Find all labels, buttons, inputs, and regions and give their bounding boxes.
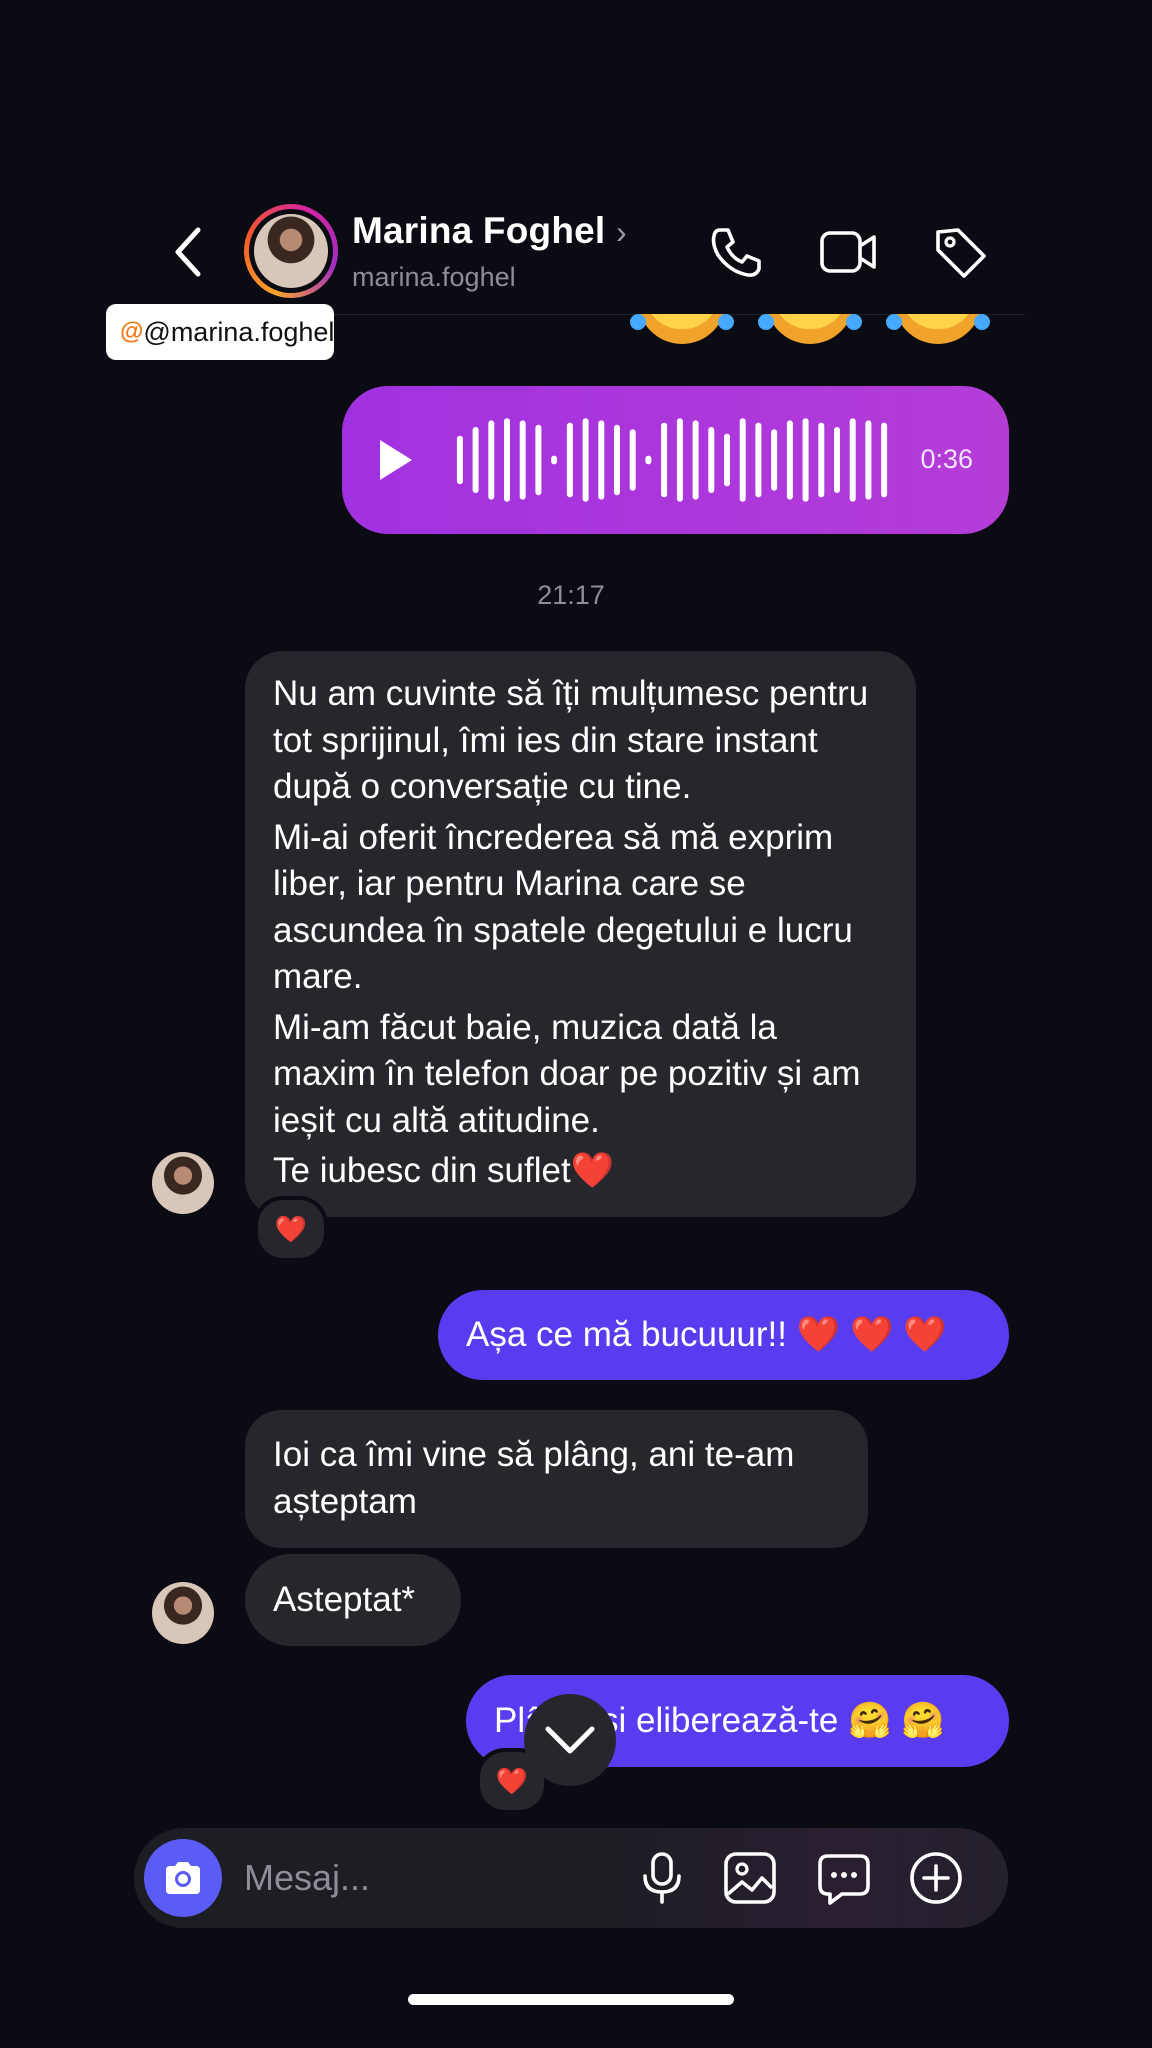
waveform-bar bbox=[865, 420, 872, 500]
message-input[interactable] bbox=[244, 1850, 604, 1906]
voice-call-button[interactable] bbox=[706, 222, 766, 282]
waveform-bar bbox=[551, 455, 558, 465]
incoming-message-bubble[interactable]: Ioi ca îmi vine să plâng, ani te-am aște… bbox=[245, 1410, 868, 1548]
waveform-bar bbox=[849, 418, 856, 502]
back-arrow-icon bbox=[175, 227, 201, 277]
chevron-down-icon bbox=[545, 1726, 595, 1754]
waveform-bar bbox=[881, 422, 888, 498]
waveform-bar bbox=[771, 429, 778, 491]
camera-icon bbox=[166, 1862, 200, 1894]
emoji-fragment bbox=[886, 314, 990, 354]
voice-duration: 0:36 bbox=[920, 444, 973, 474]
camera-button[interactable] bbox=[144, 1839, 222, 1917]
waveform-bar bbox=[724, 433, 730, 487]
audio-waveform bbox=[456, 418, 888, 502]
incoming-message-bubble[interactable]: Asteptat* bbox=[245, 1554, 461, 1646]
message-paragraph: Mi-ai oferit încrederea să mă exprim lib… bbox=[273, 817, 853, 997]
phone-icon bbox=[711, 228, 761, 277]
waveform-bar bbox=[582, 418, 589, 502]
waveform-bar bbox=[786, 420, 793, 500]
waveform-bar bbox=[802, 418, 809, 502]
chevron-right-icon: › bbox=[616, 214, 627, 250]
emoji-fragment bbox=[758, 314, 862, 354]
waveform-bar bbox=[456, 435, 463, 485]
more-options-button[interactable] bbox=[908, 1850, 964, 1906]
plus-icon bbox=[910, 1852, 962, 1904]
home-indicator[interactable] bbox=[408, 1994, 734, 2005]
sticker-button[interactable] bbox=[816, 1850, 872, 1906]
waveform-bar bbox=[614, 424, 620, 496]
outgoing-message-bubble[interactable]: Așa ce mă bucuuur!! ❤️ ❤️ ❤️ bbox=[438, 1290, 1009, 1380]
microphone-button[interactable] bbox=[634, 1850, 690, 1906]
message-paragraph: Te iubesc din suflet❤️ bbox=[273, 1151, 615, 1190]
heart-reaction[interactable]: ❤️ bbox=[254, 1196, 328, 1262]
tag-button[interactable] bbox=[930, 222, 990, 282]
message-paragraph: Mi-am făcut baie, muzica dată la maxim î… bbox=[273, 1007, 861, 1140]
message-paragraph: Nu am cuvinte să îți mulțumesc pentru to… bbox=[273, 674, 869, 806]
sender-avatar[interactable] bbox=[152, 1152, 214, 1214]
incoming-message-bubble[interactable]: Nu am cuvinte să îți mulțumesc pentru to… bbox=[245, 651, 916, 1217]
waveform-bar bbox=[676, 418, 683, 502]
message-composer bbox=[134, 1828, 1008, 1928]
waveform-bar bbox=[472, 427, 479, 493]
waveform-bar bbox=[739, 418, 746, 502]
waveform-bar bbox=[566, 422, 573, 498]
message-timestamp: 21:17 bbox=[537, 580, 605, 610]
play-icon[interactable] bbox=[380, 440, 412, 480]
waveform-bar bbox=[535, 424, 542, 496]
waveform-bar bbox=[504, 418, 510, 502]
tag-icon bbox=[936, 228, 986, 278]
waveform-bar bbox=[661, 422, 668, 498]
waveform-bar bbox=[834, 427, 840, 493]
contact-avatar[interactable] bbox=[244, 204, 338, 298]
voice-message-bubble[interactable]: 0:36 bbox=[342, 386, 1009, 534]
waveform-bar bbox=[692, 420, 699, 500]
back-button[interactable] bbox=[168, 222, 212, 282]
threads-icon: @ bbox=[120, 318, 144, 345]
waveform-bar bbox=[598, 420, 605, 500]
scroll-to-bottom-button[interactable] bbox=[524, 1694, 616, 1786]
waveform-bar bbox=[629, 429, 636, 491]
waveform-bar bbox=[708, 427, 715, 493]
video-camera-icon bbox=[820, 231, 876, 273]
sender-avatar[interactable] bbox=[152, 1582, 214, 1644]
gallery-icon bbox=[724, 1852, 776, 1904]
waveform-bar bbox=[519, 420, 526, 500]
waveform-bar bbox=[488, 420, 495, 500]
contact-name[interactable]: Marina Foghel bbox=[352, 210, 605, 252]
handle-tooltip[interactable]: @ @marina.foghel bbox=[106, 304, 334, 360]
waveform-bar bbox=[645, 455, 652, 465]
avatar-image bbox=[254, 214, 328, 288]
video-call-button[interactable] bbox=[818, 222, 878, 282]
sticker-chat-icon bbox=[818, 1854, 870, 1905]
waveform-bar bbox=[818, 422, 825, 498]
tooltip-handle-text: @marina.foghel bbox=[143, 316, 335, 347]
contact-handle[interactable]: marina.foghel bbox=[352, 262, 516, 293]
emoji-fragment bbox=[630, 314, 734, 354]
microphone-icon bbox=[643, 1852, 681, 1904]
gallery-button[interactable] bbox=[722, 1850, 778, 1906]
waveform-bar bbox=[755, 422, 762, 498]
